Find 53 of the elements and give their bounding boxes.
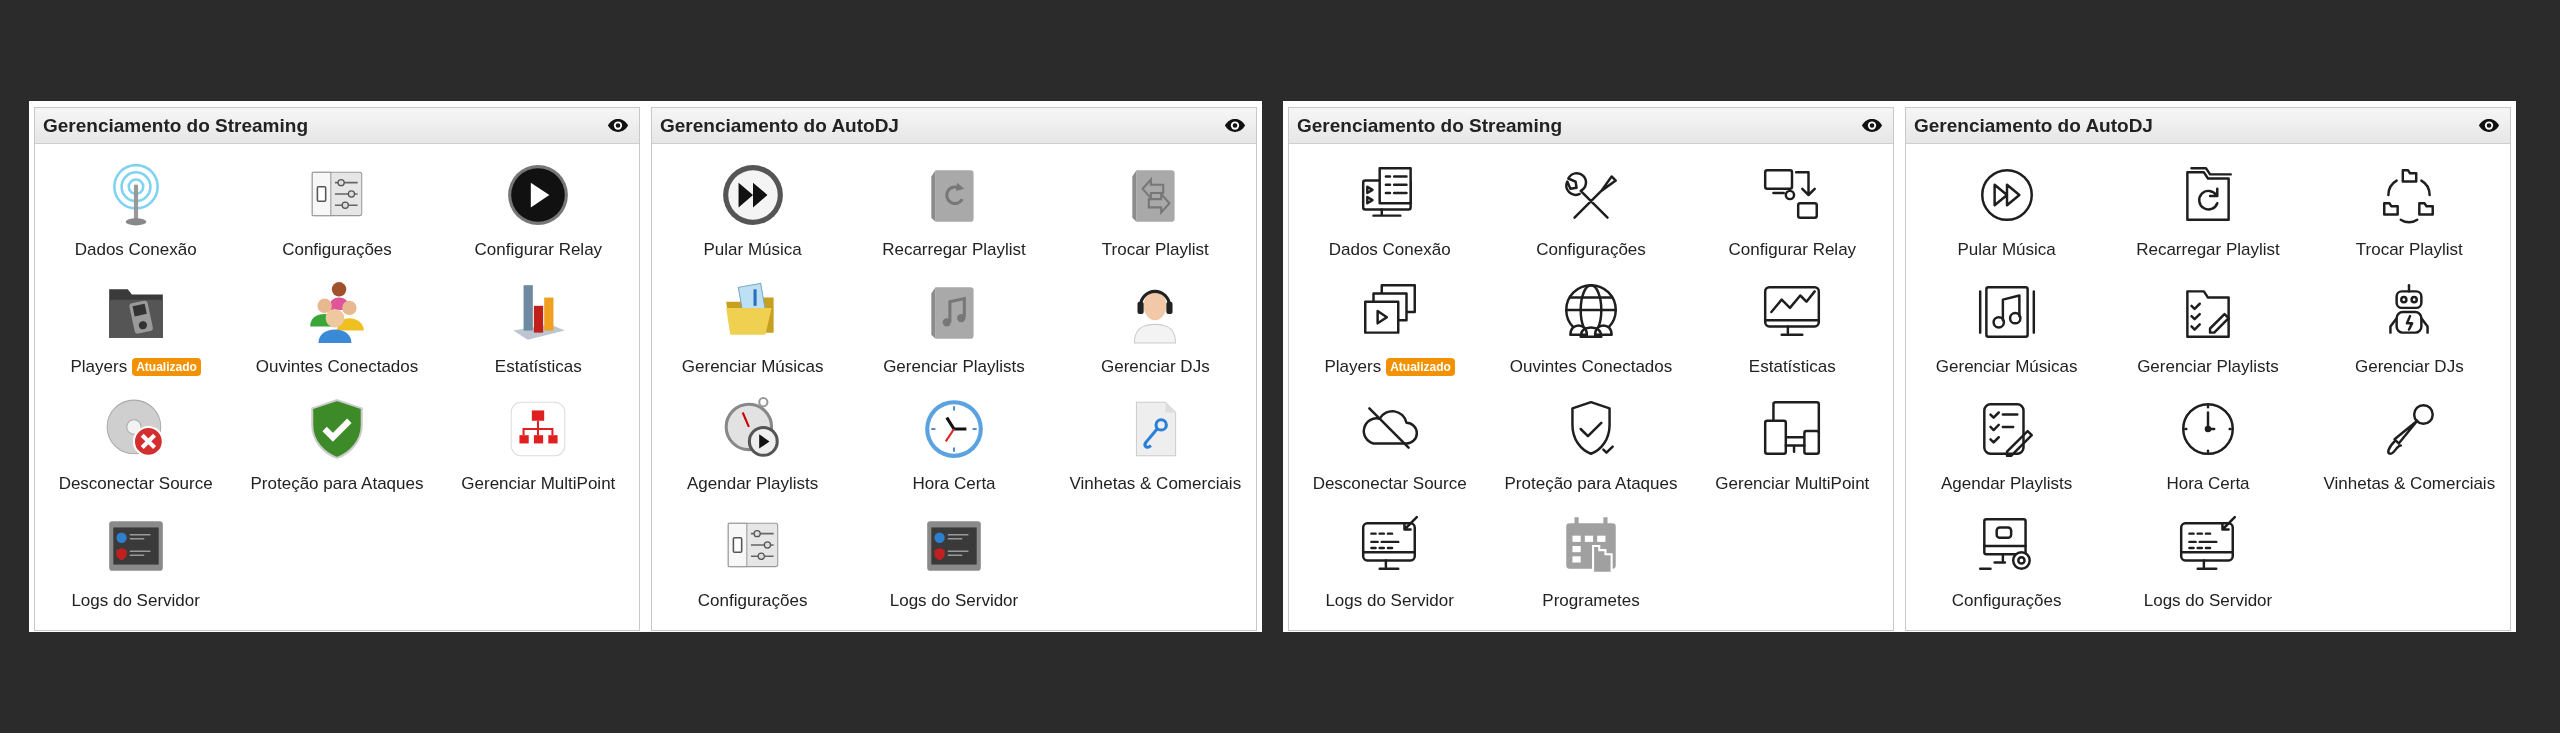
panel-title: Gerenciamento do Streaming — [43, 114, 308, 137]
shortcut-link[interactable]: Programetes — [1542, 591, 1640, 611]
shortcut-link[interactable]: Trocar Playlist — [2355, 240, 2463, 260]
shortcut-link[interactable]: Gerenciar Playlists — [883, 357, 1025, 377]
shortcut-link[interactable]: Gerenciar Playlists — [2137, 357, 2279, 377]
shortcut-link[interactable]: Configurar Relay — [1728, 240, 1857, 260]
shortcut-link[interactable]: Vinhetas & Comerciais — [2323, 474, 2496, 494]
shortcut-link[interactable]: Configurações — [697, 591, 808, 611]
shortcut-link[interactable]: Logs do Servidor — [2143, 591, 2273, 611]
shortcut-link[interactable]: Ouvintes Conectados — [255, 357, 419, 377]
shortcut-link[interactable]: Configurações — [1951, 591, 2062, 611]
shortcut-link[interactable]: Logs do Servidor — [1325, 591, 1454, 611]
shortcut-link[interactable]: Configurações — [1536, 240, 1646, 260]
update-badge: Atualizado — [132, 358, 201, 376]
shortcut-link[interactable]: Recarregar Playlist — [2136, 240, 2280, 260]
panel-title: Gerenciamento do AutoDJ — [660, 114, 899, 137]
shortcut-link[interactable]: Ouvintes Conectados — [1509, 357, 1673, 377]
panel-title: Gerenciamento do Streaming — [1297, 114, 1562, 137]
shortcut-link[interactable]: Pular Música — [1957, 240, 2056, 260]
panel-title: Gerenciamento do AutoDJ — [1914, 114, 2153, 137]
shortcut-link[interactable]: Gerenciar Músicas — [1935, 357, 2078, 377]
shortcut-link[interactable]: Proteção para Ataques — [250, 474, 424, 494]
shortcut-link[interactable]: Gerenciar DJs — [1101, 357, 1210, 377]
shortcut-link[interactable]: Pular Música — [703, 240, 802, 260]
shortcut-link[interactable]: Agendar Playlists — [1941, 474, 2073, 494]
shortcut-link[interactable]: Hora Certa — [912, 474, 996, 494]
eye-icon[interactable] — [607, 118, 629, 133]
shortcut-link[interactable]: Trocar Playlist — [1101, 240, 1209, 260]
shortcut-link[interactable]: Vinhetas & Comerciais — [1069, 474, 1242, 494]
shortcut-link[interactable]: Configurações — [282, 240, 392, 260]
shortcut-link[interactable]: Desconectar Source — [58, 474, 213, 494]
shortcut-link[interactable]: Gerenciar MultiPoint — [1715, 474, 1870, 494]
shortcut-link[interactable]: Gerenciar MultiPoint — [461, 474, 616, 494]
eye-icon[interactable] — [2478, 118, 2500, 133]
update-badge: Atualizado — [1386, 358, 1455, 376]
shortcut-link[interactable]: Dados Conexão — [1328, 240, 1451, 260]
shortcut-link[interactable]: Agendar Playlists — [687, 474, 819, 494]
shortcut-link[interactable]: Players — [1324, 357, 1382, 377]
shortcut-link[interactable]: Logs do Servidor — [71, 591, 200, 611]
shortcut-link[interactable]: Gerenciar DJs — [2355, 357, 2464, 377]
shortcut-link[interactable]: Configurar Relay — [474, 240, 603, 260]
shortcut-link[interactable]: Players — [70, 357, 128, 377]
shortcut-link[interactable]: Recarregar Playlist — [882, 240, 1026, 260]
shortcut-link[interactable]: Logs do Servidor — [889, 591, 1019, 611]
shortcut-link[interactable]: Estatísticas — [494, 357, 582, 377]
shortcut-link[interactable]: Dados Conexão — [74, 240, 197, 260]
shortcut-link[interactable]: Estatísticas — [1748, 357, 1836, 377]
shortcut-link[interactable]: Desconectar Source — [1312, 474, 1467, 494]
eye-icon[interactable] — [1224, 118, 1246, 133]
shortcut-link[interactable]: Hora Certa — [2166, 474, 2250, 494]
shortcut-link[interactable]: Gerenciar Músicas — [681, 357, 824, 377]
eye-icon[interactable] — [1861, 118, 1883, 133]
shortcut-link[interactable]: Proteção para Ataques — [1504, 474, 1678, 494]
